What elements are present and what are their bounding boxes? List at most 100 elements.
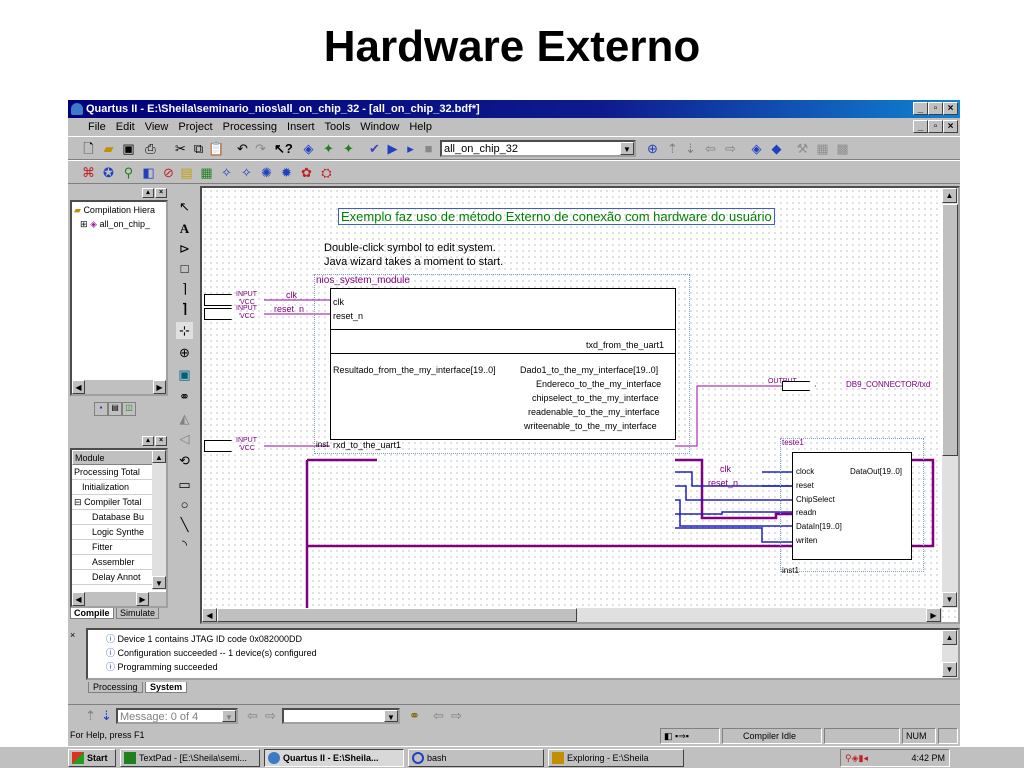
scroll-down-icon[interactable]: ▼ xyxy=(942,662,957,677)
text-tool-icon[interactable]: A xyxy=(176,220,193,237)
print-icon[interactable]: ⎙ xyxy=(142,140,159,157)
module-row[interactable]: Fitter xyxy=(72,540,160,555)
tool-license-icon[interactable]: ⛭ xyxy=(318,164,335,181)
design-units-tab-icon[interactable]: ◫ xyxy=(122,402,136,416)
programmer-icon[interactable]: ◈ xyxy=(748,140,765,157)
new-file-icon[interactable]: 🗋 xyxy=(80,140,97,157)
msg-find-icon[interactable]: ⚭ xyxy=(406,707,423,724)
nios-module-block[interactable] xyxy=(330,288,676,440)
msg-up-icon[interactable]: ⇡ xyxy=(82,707,99,724)
tool-grid-icon[interactable]: ▦ xyxy=(198,164,215,181)
messages-vscroll[interactable]: ▲ ▼ xyxy=(942,630,958,678)
tool-filter-icon[interactable]: ⊘ xyxy=(160,164,177,181)
tray-icons[interactable]: ⚲◈▮◂ xyxy=(845,750,868,766)
start-button[interactable]: Start xyxy=(68,749,116,767)
status-restore-button[interactable]: ▴ xyxy=(142,436,154,446)
floorplan-icon[interactable]: ▩ xyxy=(834,140,851,157)
doc-close-button[interactable]: × xyxy=(943,120,958,133)
scroll-right-icon[interactable]: ▶ xyxy=(136,592,149,606)
line-tool-icon[interactable]: ╲ xyxy=(176,516,193,533)
module-row[interactable]: Delay Annot xyxy=(72,570,160,585)
fullscreen-tool-icon[interactable]: ▣ xyxy=(176,366,193,383)
taskbar-item-bash[interactable]: bash xyxy=(408,749,544,767)
hscroll-thumb[interactable] xyxy=(217,608,577,622)
save-icon[interactable]: ▣ xyxy=(120,140,137,157)
tool-wave-icon[interactable]: ◧ xyxy=(140,164,157,181)
chip-editor-icon[interactable]: ◆ xyxy=(768,140,785,157)
find-tool-icon[interactable]: ⚭ xyxy=(176,388,193,405)
orthogonal-tool-icon[interactable]: ⊹ xyxy=(176,322,193,339)
message-row[interactable]: ⓘ Programming succeeded xyxy=(106,660,218,673)
scroll-up-icon[interactable]: ▲ xyxy=(152,450,166,463)
rotate-tool-icon[interactable]: ⟲ xyxy=(176,452,193,469)
scroll-left-icon[interactable]: ◀ xyxy=(72,380,85,394)
doc-minimize-button[interactable]: _ xyxy=(913,120,928,133)
menu-processing[interactable]: Processing xyxy=(218,118,282,136)
msg-locate-icon[interactable]: ⇣ xyxy=(98,707,115,724)
analysis-icon[interactable]: ✦ xyxy=(320,140,337,157)
back-icon[interactable]: ⇦ xyxy=(702,140,719,157)
output-pin[interactable] xyxy=(782,381,816,391)
msg-forward-icon[interactable]: ⇨ xyxy=(448,707,465,724)
vscroll-thumb[interactable] xyxy=(942,204,958,456)
tool-node-icon[interactable]: ✪ xyxy=(100,164,117,181)
selection-tool-icon[interactable]: ↖ xyxy=(176,198,193,215)
open-folder-icon[interactable]: ▰ xyxy=(100,140,117,157)
tool-mega-icon[interactable]: ✧ xyxy=(218,164,235,181)
taskbar-item-quartus[interactable]: Quartus II - E:\Sheila... xyxy=(264,749,404,767)
chevron-down-icon[interactable]: ▼ xyxy=(384,710,398,722)
rectangle-tool-icon[interactable]: ▭ xyxy=(176,476,193,493)
msg-prev-icon[interactable]: ⇦ xyxy=(244,707,261,724)
stop-icon[interactable]: ■ xyxy=(420,140,437,157)
module-hscroll[interactable]: ◀ ▶ xyxy=(72,592,166,606)
zoom-tool-icon[interactable]: ⊕ xyxy=(176,344,193,361)
timing-icon[interactable]: ▦ xyxy=(814,140,831,157)
module-row[interactable]: ⊟ Compiler Total xyxy=(72,495,160,510)
nav-restore-button[interactable]: ▴ xyxy=(142,188,154,198)
symbol-tool-icon[interactable]: ⊳ xyxy=(176,240,193,257)
menu-project[interactable]: Project xyxy=(173,118,217,136)
check-icon[interactable]: ✔ xyxy=(366,140,383,157)
menu-view[interactable]: View xyxy=(140,118,174,136)
flip-h-tool-icon[interactable]: ◭ xyxy=(176,410,193,427)
up-icon[interactable]: ⇡ xyxy=(664,140,681,157)
project-combo[interactable]: all_on_chip_32 ▼ xyxy=(440,140,636,157)
tool-power-icon[interactable]: ✹ xyxy=(278,164,295,181)
start-icon[interactable]: ▶ xyxy=(384,140,401,157)
module-row[interactable]: Initialization xyxy=(72,480,160,495)
taskbar-item-textpad[interactable]: TextPad - [E:\Sheila\semi... xyxy=(120,749,260,767)
tab-simulate[interactable]: Simulate xyxy=(116,608,160,619)
tool-cross-icon[interactable]: ⌘ xyxy=(80,164,97,181)
message-row[interactable]: ⓘ Configuration succeeded -- 1 device(s)… xyxy=(106,646,317,659)
msg-next-icon[interactable]: ⇨ xyxy=(262,707,279,724)
help-pointer-icon[interactable]: ↖? xyxy=(274,140,293,157)
module-row[interactable]: Processing Total xyxy=(72,465,160,480)
schematic-canvas[interactable]: Exemplo faz uso de método Externo de con… xyxy=(200,186,960,624)
menu-window[interactable]: Window xyxy=(355,118,404,136)
cut-icon[interactable]: ✂ xyxy=(172,140,189,157)
module-row[interactable]: Logic Synthe xyxy=(72,525,160,540)
window-titlebar[interactable]: Quartus II - E:\Sheila\seminario_nios\al… xyxy=(68,100,960,118)
msg-back-icon[interactable]: ⇦ xyxy=(430,707,447,724)
menu-edit[interactable]: Edit xyxy=(111,118,140,136)
module-header[interactable]: Module xyxy=(72,450,160,465)
module-row[interactable]: Assembler xyxy=(72,555,160,570)
menu-help[interactable]: Help xyxy=(404,118,437,136)
tree-hscroll[interactable]: ◀ ▶ xyxy=(72,380,166,394)
synthesis-icon[interactable]: ✦ xyxy=(340,140,357,157)
menu-insert[interactable]: Insert xyxy=(282,118,320,136)
down-icon[interactable]: ⇣ xyxy=(682,140,699,157)
module-vscroll[interactable]: ▲ ▼ xyxy=(152,450,166,590)
status-close-button[interactable]: × xyxy=(155,436,167,446)
tab-compile[interactable]: Compile xyxy=(70,608,114,619)
expand-icon[interactable]: ⊞ xyxy=(80,219,88,229)
menu-file[interactable]: File xyxy=(68,118,111,136)
arc-tool-icon[interactable]: ◝ xyxy=(176,536,193,553)
scroll-right-icon[interactable]: ▶ xyxy=(153,380,166,394)
tree-root[interactable]: ▰ Compilation Hiera xyxy=(74,205,155,216)
tree-child[interactable]: ⊞ ◈ all_on_chip_ xyxy=(80,219,150,230)
tab-system[interactable]: System xyxy=(145,682,188,693)
canvas-hscroll[interactable]: ◀ ▶ xyxy=(202,608,942,622)
taskbar-item-explorer[interactable]: Exploring - E:\Sheila xyxy=(548,749,684,767)
rtl-viewer-icon[interactable]: ⚒ xyxy=(794,140,811,157)
